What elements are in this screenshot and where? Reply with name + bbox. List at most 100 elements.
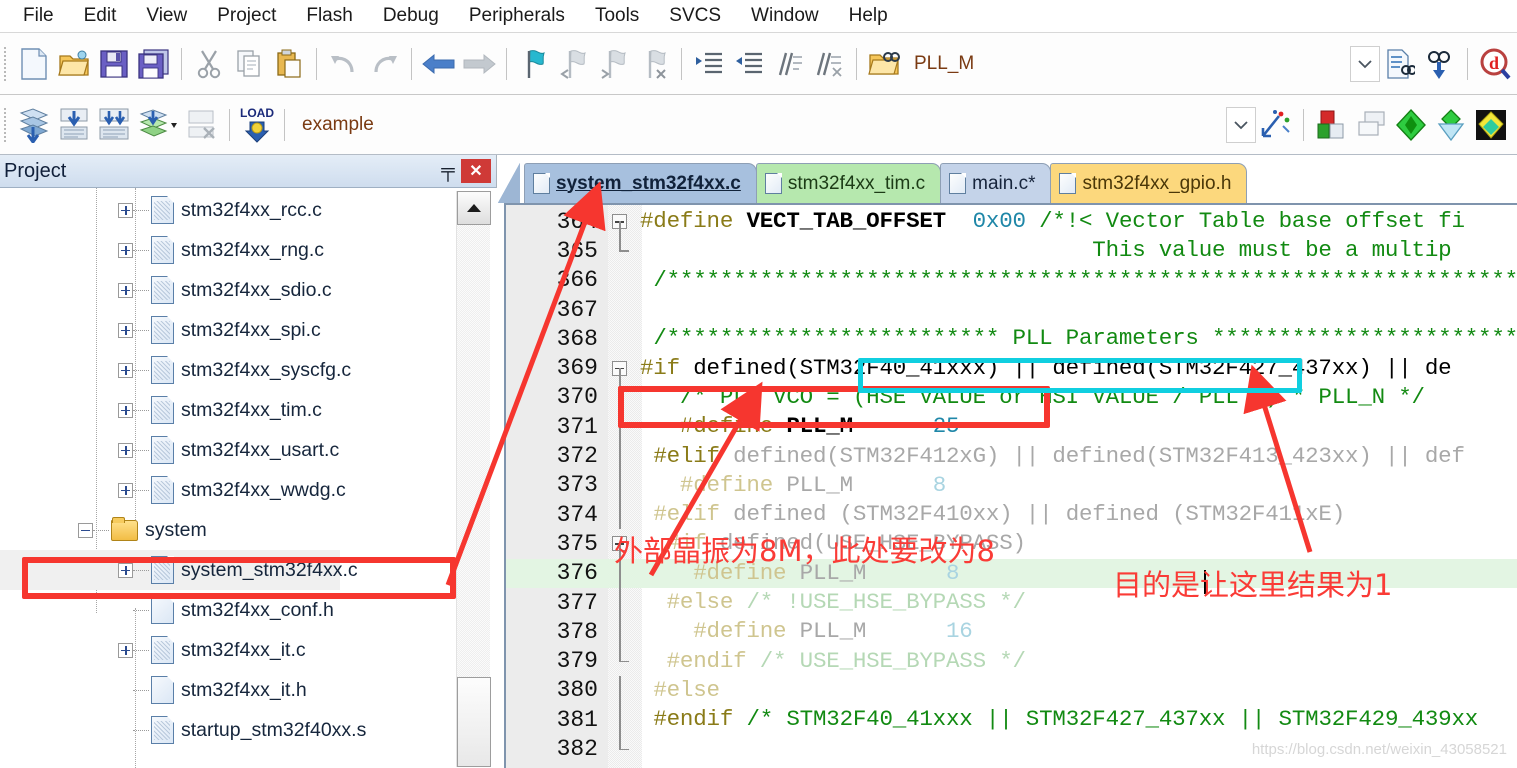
download-icon[interactable]: LOAD [237,104,277,146]
expand-icon[interactable] [118,562,133,578]
batch-build-icon[interactable] [134,104,182,146]
scrollbar-thumb[interactable] [457,677,491,767]
code-line-378[interactable]: 378 #define PLL_M 16 [506,617,1517,647]
undo-icon[interactable] [324,43,364,85]
tree-item-stm32f4xx-tim-c[interactable]: stm32f4xx_tim.c [0,390,340,430]
tree-item-startup-stm32f40xx-s[interactable]: startup_stm32f40xx.s [0,710,366,750]
clear-bookmarks-icon[interactable] [634,43,674,85]
menu-item-help[interactable]: Help [834,3,903,29]
menu-item-svcs[interactable]: SVCS [654,3,736,29]
build-icon[interactable] [54,104,94,146]
code-line-379[interactable]: 379 #endif /* USE_HSE_BYPASS */ [506,646,1517,676]
tree-item-stm32f4xx-syscfg-c[interactable]: stm32f4xx_syscfg.c [0,350,351,390]
target-dropdown[interactable] [1226,106,1256,143]
expand-icon[interactable] [118,642,133,658]
build-toolbar-grip[interactable] [2,105,11,144]
save-all-icon[interactable] [134,43,174,85]
code-line-374[interactable]: 374 #elif defined (STM32F410xx) || defin… [506,500,1517,530]
multi-project-icon[interactable] [1391,104,1431,146]
editor-tab-stm32f4xx-gpio-h[interactable]: stm32f4xx_gpio.h [1050,163,1248,203]
code-line-369[interactable]: 369 #if defined(STM32F40_41xxx) || define… [506,354,1517,384]
uncomment-icon[interactable] [809,43,849,85]
scroll-up-button[interactable] [457,191,491,225]
code-line-368[interactable]: 368 /************************* PLL Param… [506,324,1517,353]
tree-item-stm32f4xx-it-h[interactable]: stm32f4xx_it.h [0,670,340,710]
tree-item-stm32f4xx-usart-c[interactable]: stm32f4xx_usart.c [0,430,340,470]
pin-icon[interactable]: ╤ [435,158,461,184]
menu-item-debug[interactable]: Debug [368,3,454,29]
expand-icon[interactable] [118,322,133,338]
editor-tab-system-stm32f4xx-c[interactable]: system_stm32f4xx.c [524,163,757,203]
code-line-380[interactable]: 380 #else [506,675,1517,706]
expand-icon[interactable] [118,442,133,458]
editor-tab-stm32f4xx-tim-c[interactable]: stm32f4xx_tim.c [755,163,942,203]
code-editor[interactable]: 364 #define VECT_TAB_OFFSET 0x00 /*!< Vec… [504,203,1517,768]
code-line-372[interactable]: 372 #elif defined(STM32F412xG) || define… [506,441,1517,471]
stop-build-icon[interactable] [182,104,222,146]
search-history-dropdown[interactable] [1350,45,1380,82]
menu-item-view[interactable]: View [131,3,202,29]
toolbar-grip[interactable] [2,44,11,83]
tree-item-stm32f4xx-wwdg-c[interactable]: stm32f4xx_wwdg.c [0,470,346,510]
collapse-icon[interactable] [78,522,93,538]
menu-item-project[interactable]: Project [202,3,291,29]
redo-icon[interactable] [364,43,404,85]
expand-icon[interactable] [118,402,133,418]
expand-icon[interactable] [118,282,133,298]
tree-item-stm32f4xx-rcc-c[interactable]: stm32f4xx_rcc.c [0,190,340,230]
expand-icon[interactable] [118,362,133,378]
rebuild-icon[interactable] [94,104,134,146]
tree-item-stm32f4xx-conf-h[interactable]: stm32f4xx_conf.h [0,590,340,630]
editor-tab-main-c-[interactable]: main.c* [940,163,1052,203]
tree-item-stm32f4xx-rng-c[interactable]: stm32f4xx_rng.c [0,230,340,270]
menu-item-peripherals[interactable]: Peripherals [454,3,580,29]
code-line-381[interactable]: 381 #endif /* STM32F40_41xxx || STM32F42… [506,705,1517,735]
tree-item-system-stm32f4xx-c[interactable]: system_stm32f4xx.c [0,550,358,590]
project-tree[interactable]: stm32f4xx_rcc.c stm32f4xx_rng.c stm32f4xx_… [0,188,497,768]
target-options-icon[interactable] [1256,104,1296,146]
new-file-icon[interactable] [14,43,54,85]
translate-icon[interactable] [14,104,54,146]
next-bookmark-icon[interactable] [594,43,634,85]
toggle-bookmark-icon[interactable] [514,43,554,85]
manage-runtime-icon[interactable] [1471,104,1511,146]
previous-bookmark-icon[interactable] [554,43,594,85]
expand-icon[interactable] [118,242,133,258]
expand-icon[interactable] [118,482,133,498]
menu-item-window[interactable]: Window [736,3,834,29]
pack-installer-icon[interactable] [1431,104,1471,146]
code-line-364[interactable]: 364 #define VECT_TAB_OFFSET 0x00 /*!< Vec… [506,207,1517,238]
indent-left-icon[interactable] [729,43,769,85]
cut-icon[interactable] [189,43,229,85]
paste-icon[interactable] [269,43,309,85]
insert-file-icon[interactable] [1380,43,1420,85]
code-line-383[interactable]: 383 /* USB OTG FS, SDIO and RNG Clock = … [506,764,1517,768]
code-line-366[interactable]: 366 /***********************************… [506,266,1517,295]
navigate-back-icon[interactable] [419,43,459,85]
target-selector[interactable]: example [292,114,384,136]
navigate-forward-icon[interactable] [459,43,499,85]
project-scrollbar[interactable] [456,191,491,767]
menu-item-flash[interactable]: Flash [291,3,367,29]
copy-icon[interactable] [229,43,269,85]
tree-item-stm32f4xx-sdio-c[interactable]: stm32f4xx_sdio.c [0,270,340,310]
tree-item-stm32f4xx-it-c[interactable]: stm32f4xx_it.c [0,630,340,670]
save-icon[interactable] [94,43,134,85]
find-in-files-icon[interactable] [864,43,904,85]
tree-item-system[interactable]: system [0,510,380,550]
code-line-367[interactable]: 367 [506,295,1517,324]
menu-item-file[interactable]: File [8,3,69,29]
debug-icon[interactable]: d [1475,43,1515,85]
expand-icon[interactable] [118,202,133,218]
code-line-370[interactable]: 370 /* PLL VCO = (HSE VALUE or HSI VALUE… [506,382,1517,413]
find-next-icon[interactable] [1420,43,1460,85]
book-icon[interactable] [1351,104,1391,146]
tree-item-stm32f4xx-spi-c[interactable]: stm32f4xx_spi.c [0,310,340,350]
code-line-371[interactable]: 371 #define PLL_M 25 [506,412,1517,442]
menu-item-edit[interactable]: Edit [69,3,132,29]
search-input[interactable]: PLL_M [904,53,984,75]
code-line-373[interactable]: 373 #define PLL_M 8 [506,470,1517,501]
close-icon[interactable]: ✕ [461,159,491,183]
menu-item-tools[interactable]: Tools [580,3,654,29]
indent-right-icon[interactable] [689,43,729,85]
